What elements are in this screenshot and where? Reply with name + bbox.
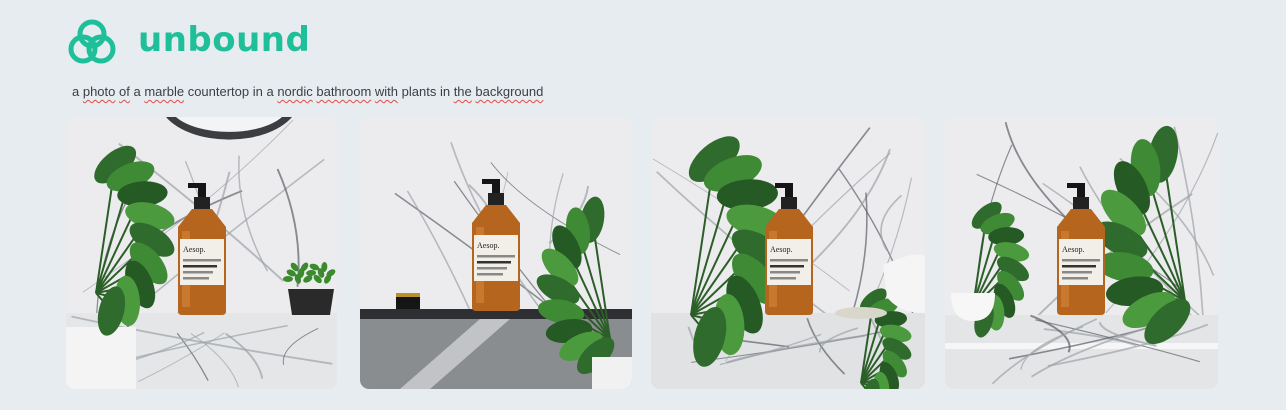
spellcheck-word: background	[475, 84, 544, 99]
plant-pot	[288, 289, 334, 315]
spellcheck-word: nordic	[277, 84, 313, 99]
prompt-word: plants in	[398, 84, 454, 99]
logo[interactable]: unbound	[68, 18, 310, 66]
generated-image-3[interactable]: Aesop.	[651, 117, 925, 389]
spellcheck-word: with	[374, 84, 399, 99]
prompt-text: a photo of a marble countertop in a nord…	[72, 84, 543, 99]
leaf	[283, 276, 293, 282]
spellcheck-word: of	[119, 84, 130, 99]
prompt-word: a	[129, 84, 145, 99]
spellcheck-word: marble	[144, 84, 185, 99]
photo-scene: Aesop.	[360, 117, 632, 389]
prompt-word: a	[72, 84, 83, 99]
generated-image-2[interactable]: Aesop.	[360, 117, 632, 389]
prompt-word: countertop in a	[184, 84, 278, 99]
bottle-label-text: Aesop.	[477, 241, 499, 250]
bottle-label-text: Aesop.	[183, 245, 205, 254]
spellcheck-word: photo	[82, 84, 116, 99]
brand-name: unbound	[138, 20, 311, 60]
photo-scene: Aesop.	[66, 117, 337, 389]
photo-scene: Aesop.	[651, 117, 925, 389]
spellcheck-word: bathroom	[316, 84, 372, 99]
generated-image-4[interactable]: Aesop.	[945, 117, 1218, 389]
bottle-label-text: Aesop.	[1062, 245, 1084, 254]
spellcheck-word: the	[453, 84, 472, 99]
bottle-label-text: Aesop.	[770, 245, 792, 254]
generated-image-1[interactable]: Aesop.	[66, 117, 337, 389]
soap-dish	[835, 307, 887, 319]
knot-logo-icon	[68, 19, 116, 64]
photo-scene: Aesop.	[945, 117, 1218, 389]
